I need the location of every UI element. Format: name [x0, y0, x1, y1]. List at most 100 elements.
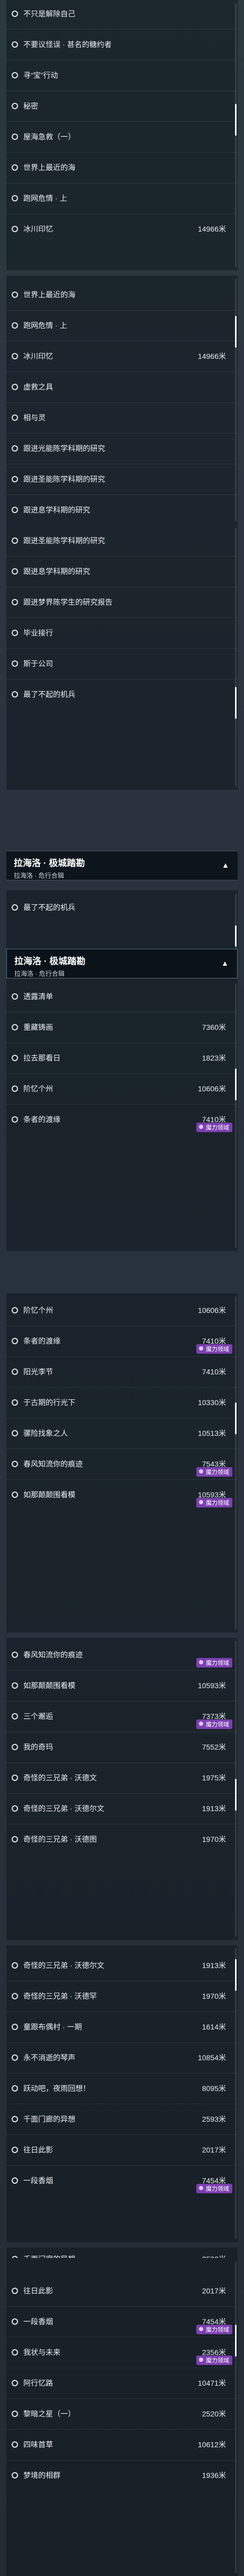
mission-item[interactable]: 世界上最近的海	[6, 283, 238, 306]
mission-item[interactable]: 最了不起的机兵	[6, 683, 238, 706]
mission-item[interactable]: 跟进息学科期的研究	[6, 560, 238, 583]
mission-item[interactable]: 一段香烟 7454米 魔力领域	[6, 2310, 238, 2334]
mission-item[interactable]: 不只是解除自己	[6, 2, 238, 25]
quest-circle-icon	[12, 2288, 18, 2294]
mission-item[interactable]: 冰川印忆 14966米	[6, 345, 238, 368]
mission-item[interactable]: 跃动吧，夜雨回想！ 8095米	[6, 2077, 238, 2100]
mission-item[interactable]: 阶忆个州 10606米	[6, 1077, 238, 1100]
mission-item[interactable]: 阿行忆路 10471米	[6, 2371, 238, 2395]
section-subtitle: 拉海洛 · 危行合辑	[14, 872, 64, 879]
mission-item[interactable]: 梦境的相群 1936米	[6, 2464, 238, 2487]
scrollbar-thumb[interactable]	[235, 1402, 237, 1434]
scrollbar[interactable]	[235, 279, 237, 522]
quest-circle-icon	[12, 322, 18, 329]
mission-item[interactable]: 春风知流你的痕迹 魔力领域	[6, 1643, 238, 1668]
mission-item[interactable]: 于古期的行光下 10330米	[6, 1391, 238, 1414]
mission-item[interactable]: 秘密	[6, 94, 238, 118]
scrollbar-thumb[interactable]	[235, 1959, 237, 1991]
section-header[interactable]: 拉海洛 · 极城踏勘 拉海洛 · 危行合辑 ▲	[6, 851, 238, 880]
mission-item[interactable]: 拉去那看日 1823米	[6, 1046, 238, 1070]
quest-circle-icon	[12, 11, 18, 17]
quest-circle-icon	[12, 599, 18, 605]
mission-item[interactable]: 跟进圣能陈学科期的研究	[6, 529, 238, 552]
scrollbar-thumb[interactable]	[235, 925, 237, 947]
mission-item[interactable]: 往日此影 2017米	[6, 2279, 238, 2302]
mission-item[interactable]: 虚救之具	[6, 375, 238, 399]
mission-distance: 2520米	[202, 2410, 226, 2418]
mission-name: 往日此影	[23, 2287, 53, 2295]
mission-name: 奇怪的三兄弟 · 沃德罕	[23, 1992, 97, 2000]
mission-item[interactable]: 奇怪的三兄弟 · 沃德尔文 1913米	[6, 1954, 238, 1977]
row-divider	[6, 433, 238, 434]
scrollbar[interactable]	[235, 1641, 237, 1937]
mission-item[interactable]: 我状与未来 2356米 魔力领域	[6, 2341, 238, 2365]
mission-item[interactable]: 千面门廊的异想2593米	[6, 2247, 238, 2258]
mission-item[interactable]: 跑网危情 · 上	[6, 187, 238, 210]
mission-item[interactable]: 不要议怪误 · 甚名的糖约者	[6, 33, 238, 56]
mission-item[interactable]: 童跟布偶村 · 一期 1614米	[6, 2015, 238, 2039]
mission-item[interactable]: 跟进光能陈学科期的研究	[6, 437, 238, 460]
mission-name: 不只是解除自己	[23, 10, 75, 18]
mission-item[interactable]: 透露清单	[6, 985, 238, 1008]
mission-item[interactable]: 阶忆个州 10606米	[6, 1299, 238, 1322]
mission-item[interactable]: 黎暗之星（一） 2520米	[6, 2402, 238, 2425]
mission-item[interactable]: 屋海急救（一）	[6, 125, 238, 148]
row-divider	[6, 402, 238, 403]
chevron-up-icon[interactable]: ▲	[221, 959, 229, 967]
mission-item[interactable]: 相与灵	[6, 406, 238, 429]
mission-item[interactable]: 四味首草 10612米	[6, 2433, 238, 2456]
mission-distance: 10330米	[198, 1398, 226, 1407]
mission-item[interactable]: 三个邂逅 7373米 魔力领域	[6, 1705, 238, 1729]
mission-item[interactable]: 我的奇玛 7552米	[6, 1735, 238, 1759]
mission-item[interactable]: 跟进息学科期的研究	[6, 498, 238, 522]
mission-item[interactable]: 春风知流你的痕迹 7543米 魔力领域	[6, 1452, 238, 1477]
mission-distance: 7410米	[202, 1368, 226, 1376]
mission-item[interactable]: 阳光李节 7410米	[6, 1360, 238, 1383]
scrollbar-thumb[interactable]	[235, 2325, 237, 2357]
section-header[interactable]: 拉海洛 · 极城踏勘 拉海洛 · 危行合辑 ▲	[6, 949, 238, 978]
mission-name: 跟进圣能陈学科期的研究	[23, 536, 105, 545]
scrollbar[interactable]	[235, 3, 237, 267]
mission-name: 奇怪的三兄弟 · 沃德文	[23, 1774, 97, 1782]
mission-item[interactable]: 跟进圣能陈学科期的研究	[6, 467, 238, 491]
mission-item[interactable]: 条者的渡缘 7410米 魔力领域	[6, 1108, 238, 1132]
mission-item[interactable]: 奇怪的三兄弟 · 沃德罕 1970米	[6, 1984, 238, 2008]
mission-item[interactable]: 世界上最近的海	[6, 156, 238, 179]
mission-item[interactable]: 跟进梦界陈学生的研究报告	[6, 590, 238, 614]
scrollbar-thumb[interactable]	[235, 687, 237, 719]
mission-item[interactable]: 骡险找象之人 10513米	[6, 1422, 238, 1445]
scrollbar-thumb[interactable]	[235, 316, 237, 348]
mission-item[interactable]: 如那颠颠围看模 10593米 魔力领域	[6, 1483, 238, 1507]
mission-item[interactable]: 最了不起的机兵	[6, 896, 238, 919]
mission-item[interactable]: 冰川印忆 14966米	[6, 217, 238, 241]
mission-distance: 1975米	[202, 1774, 226, 1782]
scrollbar[interactable]	[235, 528, 237, 787]
mission-item[interactable]: 条者的渡缘 7410米 魔力领域	[6, 1329, 238, 1354]
scrollbar-thumb[interactable]	[235, 104, 237, 136]
mission-item[interactable]: 奇怪的三兄弟 · 沃德图 1970米	[6, 1828, 238, 1851]
mission-distance: 2017米	[202, 2146, 226, 2154]
chevron-up-icon[interactable]: ▲	[222, 861, 229, 869]
scrollbar-thumb[interactable]	[235, 1779, 237, 1811]
mission-item[interactable]: 斯于公司	[6, 652, 238, 675]
mission-item[interactable]: 一段香烟 7454米 魔力领域	[6, 2169, 238, 2193]
quest-circle-icon	[12, 1461, 18, 1467]
mission-item[interactable]: 奇怪的三兄弟 · 沃德文 1975米	[6, 1766, 238, 1789]
mission-item[interactable]: 重藏铸画 7360米	[6, 1016, 238, 1039]
scrollbar-thumb[interactable]	[235, 1069, 237, 1100]
mission-item[interactable]: 寻“宝”行动	[6, 64, 238, 87]
mission-item[interactable]: 千面门廊的异想2593米	[6, 2107, 238, 2131]
mission-item[interactable]: 往日此影 2017米	[6, 2138, 238, 2162]
scrollbar[interactable]	[235, 1296, 237, 1629]
mission-item[interactable]: 如那颠颠围看模 10593米	[6, 1674, 238, 1697]
mission-item[interactable]: 毕业接行	[6, 621, 238, 645]
mission-name: 跑网危情 · 上	[23, 321, 67, 330]
quest-circle-icon	[12, 384, 18, 390]
mission-item[interactable]: 永不消逝的琴声 10854米	[6, 2046, 238, 2069]
scrollbar[interactable]	[235, 984, 237, 1248]
mission-item[interactable]: 跑网危情 · 上	[6, 314, 238, 337]
mission-item[interactable]: 奇怪的三兄弟 · 沃德尔文 1913米	[6, 1797, 238, 1820]
scrollbar[interactable]	[235, 1948, 237, 2239]
scrollbar[interactable]	[235, 2261, 237, 2573]
row-divider	[6, 1387, 238, 1388]
